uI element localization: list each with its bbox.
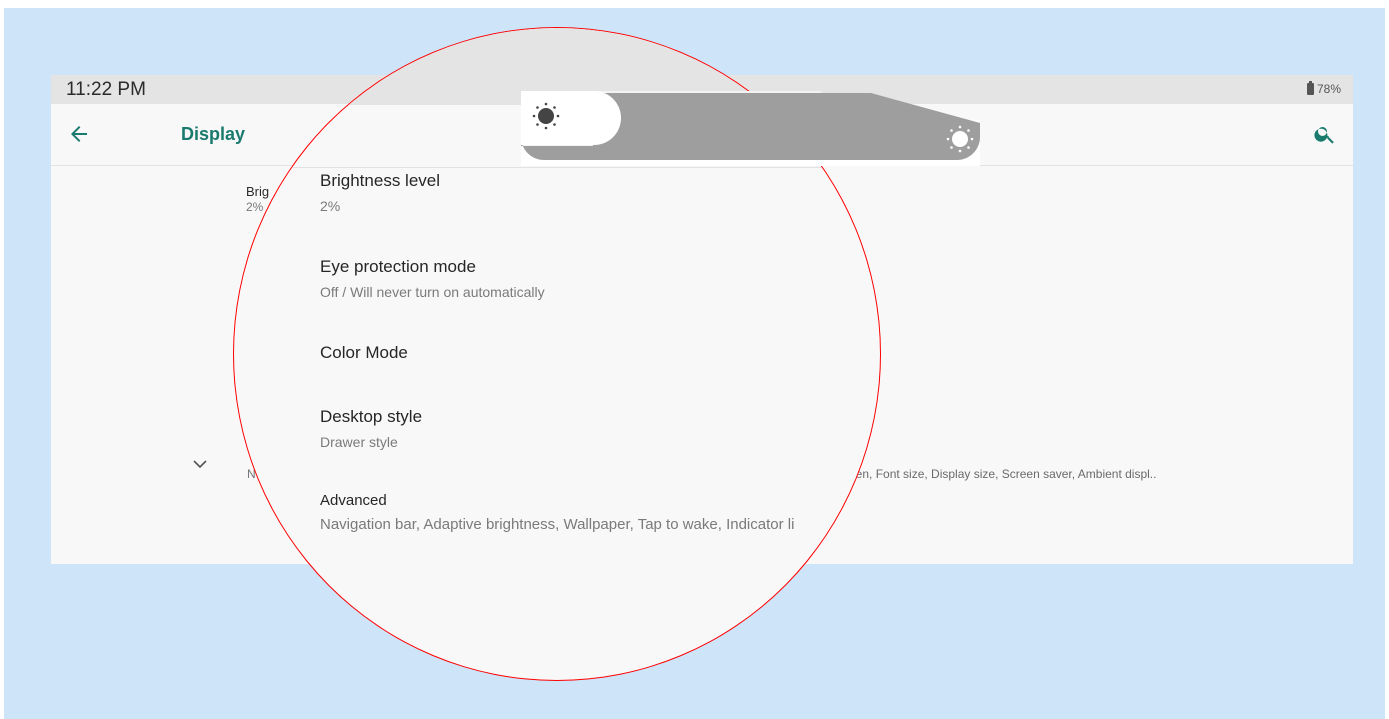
brightness-level-value: 2% bbox=[320, 198, 341, 214]
color-mode-item[interactable]: Color Mode bbox=[320, 343, 408, 363]
brightness-level-item[interactable]: Brightness level 2% bbox=[320, 171, 440, 214]
desktop-style-value: Drawer style bbox=[320, 434, 398, 450]
brightness-value-partial: 2% bbox=[246, 200, 264, 214]
arrow-back-icon[interactable] bbox=[67, 122, 91, 146]
search-icon[interactable] bbox=[1313, 122, 1337, 146]
brightness-level-title: Brightness level bbox=[320, 171, 441, 190]
page-title: Display bbox=[181, 124, 246, 144]
eye-protection-item[interactable]: Eye protection mode Off / Will never tur… bbox=[320, 257, 545, 300]
eye-protection-title: Eye protection mode bbox=[320, 257, 476, 276]
battery-level: 78% bbox=[1316, 82, 1341, 96]
desktop-style-title: Desktop style bbox=[320, 407, 423, 426]
clock: 11:22 PM bbox=[66, 79, 146, 100]
advanced-item[interactable]: Advanced Navigation bar, Adaptive bright… bbox=[320, 492, 794, 533]
brightness-slider-popup[interactable] bbox=[521, 91, 980, 166]
advanced-title: Advanced bbox=[320, 492, 387, 509]
battery-indicator: 78% bbox=[1306, 81, 1341, 96]
advanced-value: Navigation bar, Adaptive brightness, Wal… bbox=[320, 516, 795, 533]
brightness-slider[interactable] bbox=[521, 91, 980, 166]
brightness-title-partial: Brig bbox=[246, 184, 270, 199]
battery-icon bbox=[1306, 81, 1314, 95]
chevron-down-icon[interactable] bbox=[191, 457, 209, 471]
desktop-style-item[interactable]: Desktop style Drawer style bbox=[320, 407, 422, 450]
magnified-divider bbox=[234, 167, 880, 168]
advanced-summary-partial: een, Font size, Display size, Screen sav… bbox=[849, 467, 1157, 481]
color-mode-title: Color Mode bbox=[320, 343, 408, 362]
eye-protection-value: Off / Will never turn on automatically bbox=[320, 284, 545, 300]
